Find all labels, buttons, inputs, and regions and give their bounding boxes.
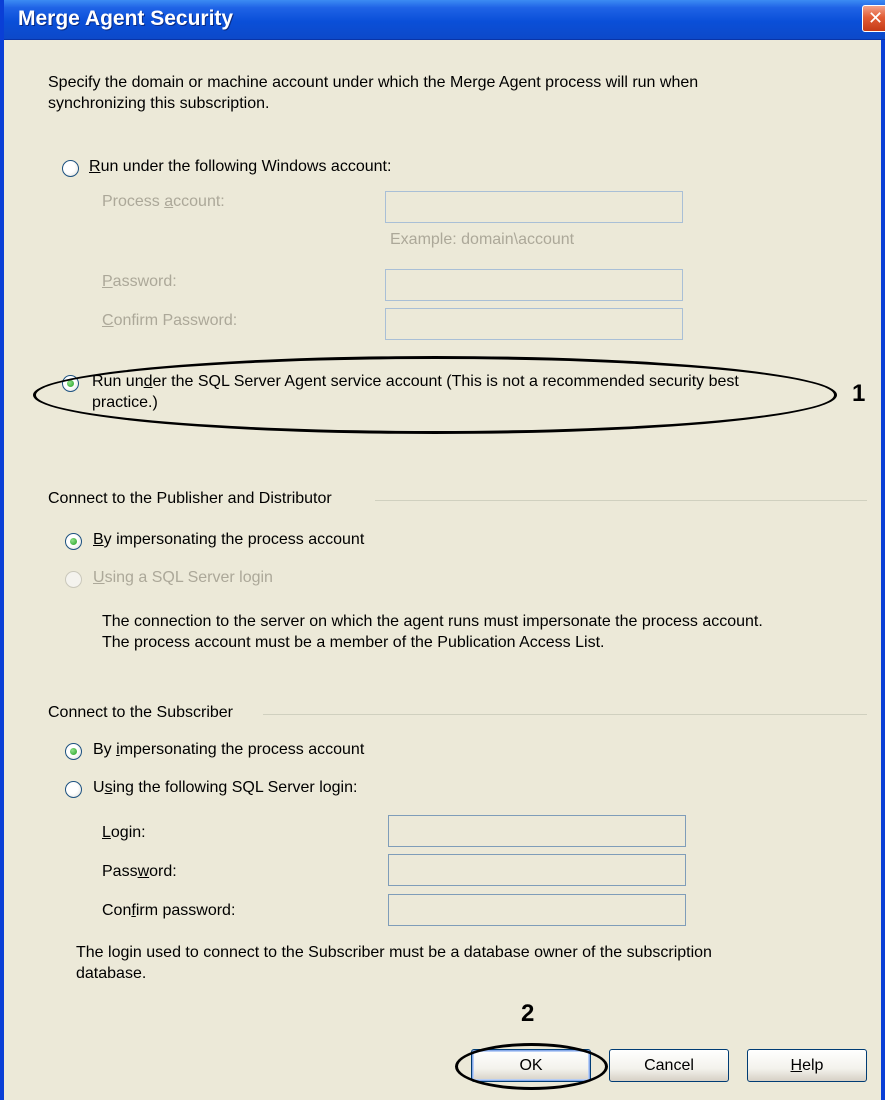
subscriber-login-input[interactable]	[388, 815, 686, 847]
radio-subscriber-impersonate-label[interactable]: By impersonating the process account	[93, 741, 364, 759]
confirm-password-input[interactable]	[385, 308, 683, 340]
intro-text-line-1: Specify the domain or machine account un…	[48, 74, 699, 91]
subscriber-password-label: Password:	[102, 863, 177, 880]
dialog-title: Merge Agent Security	[18, 7, 234, 30]
radio-publisher-sql-login[interactable]	[65, 571, 82, 588]
password-label: Password:	[102, 273, 177, 290]
radio-publisher-sql-login-label[interactable]: Using a SQL Server login	[93, 569, 273, 587]
radio-windows-account[interactable]	[62, 160, 79, 177]
subscriber-group-label: Connect to the Subscriber	[48, 704, 233, 721]
publisher-note-line-1: The connection to the server on which th…	[102, 613, 763, 630]
subscriber-confirm-password-input[interactable]	[388, 894, 686, 926]
radio-subscriber-sql-login[interactable]	[65, 781, 82, 798]
process-account-label: Process account:	[102, 193, 225, 210]
help-button[interactable]: Help	[747, 1049, 867, 1082]
cancel-button[interactable]: Cancel	[609, 1049, 729, 1082]
close-button[interactable]: ✕	[862, 5, 885, 32]
radio-publisher-impersonate-label[interactable]: By impersonating the process account	[93, 531, 364, 549]
radio-subscriber-sql-login-label[interactable]: Using the following SQL Server login:	[93, 779, 357, 797]
subscriber-login-label: Login:	[102, 824, 146, 841]
subscriber-password-input[interactable]	[388, 854, 686, 886]
highlight-ellipse-1	[33, 356, 837, 434]
password-input[interactable]	[385, 269, 683, 301]
subscriber-group-divider	[263, 714, 867, 715]
confirm-password-label: Confirm Password:	[102, 312, 238, 329]
process-account-input[interactable]	[385, 191, 683, 223]
publisher-group-divider	[375, 500, 867, 501]
process-account-example: Example: domain\account	[390, 231, 575, 248]
callout-number-2: 2	[521, 1000, 535, 1027]
publisher-note-line-2: The process account must be a member of …	[102, 634, 605, 651]
close-icon: ✕	[867, 8, 884, 28]
subscriber-note-line-1: The login used to connect to the Subscri…	[76, 944, 712, 961]
title-bar[interactable]: Merge Agent Security ✕	[4, 0, 885, 40]
callout-number-1: 1	[852, 380, 866, 407]
radio-subscriber-impersonate[interactable]	[65, 743, 82, 760]
merge-agent-security-dialog: Merge Agent Security ✕ Specify the domai…	[0, 0, 885, 1100]
radio-windows-account-label[interactable]: Run under the following Windows account:	[89, 158, 391, 176]
highlight-ellipse-2	[455, 1043, 608, 1090]
subscriber-confirm-password-label: Confirm password:	[102, 902, 236, 919]
radio-publisher-impersonate[interactable]	[65, 533, 82, 550]
intro-text-line-2: synchronizing this subscription.	[48, 95, 270, 112]
publisher-group-label: Connect to the Publisher and Distributor	[48, 490, 332, 507]
subscriber-note-line-2: database.	[76, 965, 147, 982]
